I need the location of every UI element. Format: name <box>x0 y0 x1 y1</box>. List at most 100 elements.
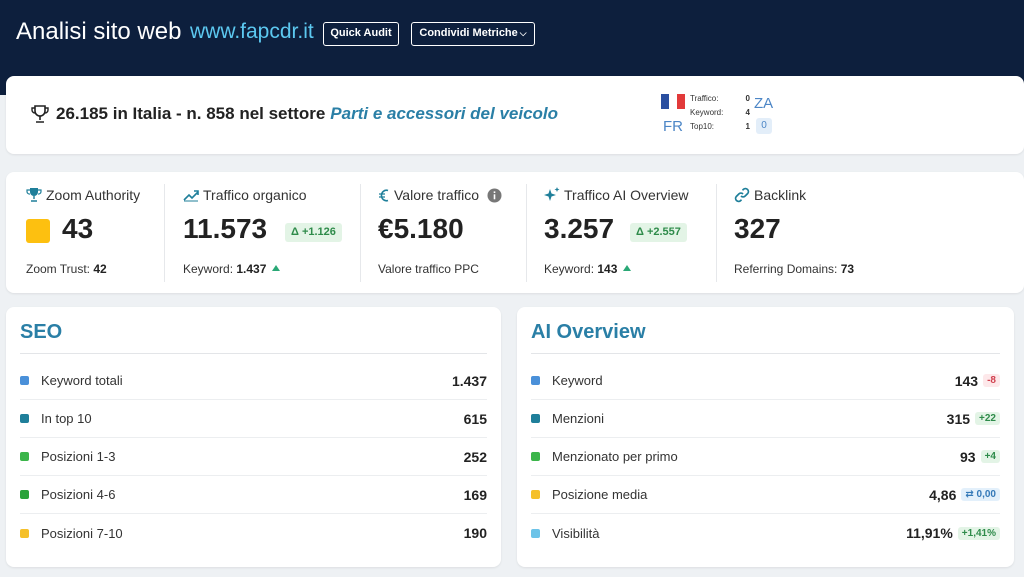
ai-keyword: Keyword: 143 <box>544 262 632 276</box>
zoom-trust-value: 42 <box>93 262 107 276</box>
legend-square-icon <box>20 414 29 423</box>
backlink-title: Backlink <box>734 187 806 203</box>
fr-stats: Traffico: 0 Keyword: 4 Top10: 1 <box>690 92 750 134</box>
metrics-card: Zoom Authority 43 Zoom Trust: 42 Traffic… <box>6 172 1024 293</box>
domain-link[interactable]: www.fapcdr.it <box>190 20 314 44</box>
ai-row-visibilita[interactable]: Visibilità 11,91% +1,41% <box>531 514 1000 552</box>
share-metrics-label: Condividi Metriche <box>419 27 518 39</box>
row-value: 169 <box>463 486 487 503</box>
zoom-authority-metric: Zoom Authority 43 Zoom Trust: 42 <box>6 172 164 293</box>
sector-link[interactable]: Parti e accessori del veicolo <box>330 104 558 124</box>
row-label: Posizioni 4-6 <box>41 487 116 502</box>
row-value: 11,91% <box>906 525 953 541</box>
referring-domains-label: Referring Domains: <box>734 262 838 276</box>
share-metrics-button[interactable]: Condividi Metriche ⌵ <box>411 22 535 46</box>
country-code-za[interactable]: ZA <box>754 95 773 112</box>
legend-square-icon <box>531 528 540 538</box>
referring-domains-value: 73 <box>840 262 855 276</box>
zoom-trust-label: Zoom Trust: <box>26 262 91 276</box>
backlink-metric: Backlink 327 Referring Domains: 73 <box>716 172 1016 293</box>
row-label: Keyword totali <box>41 373 123 388</box>
za-badge: 0 <box>756 118 772 134</box>
organic-traffic-value: 11.573 <box>183 213 268 244</box>
traffic-value-value: €5.180 <box>378 213 464 244</box>
seo-row-keyword-totali[interactable]: Keyword totali 1.437 <box>20 362 487 400</box>
row-value: 4,86 <box>929 486 957 503</box>
row-value: 315 <box>946 410 971 427</box>
ai-traffic-title: Traffico AI Overview <box>544 187 688 203</box>
zoom-trust: Zoom Trust: 42 <box>26 262 107 276</box>
seo-row-posizioni-1-3[interactable]: Posizioni 1-3 252 <box>20 438 487 476</box>
row-label: In top 10 <box>41 411 92 426</box>
ai-row-keyword[interactable]: Keyword 143 -8 <box>531 362 1000 400</box>
seo-row-posizioni-4-6[interactable]: Posizioni 4-6 169 <box>20 476 487 514</box>
ai-row-menzionato-per-primo[interactable]: Menzionato per primo 93 +4 <box>531 438 1000 476</box>
legend-square-icon <box>531 414 540 423</box>
seo-list: Keyword totali 1.437 In top 10 615 Posiz… <box>20 362 487 552</box>
delta-badge: +1,41% <box>957 526 1000 540</box>
legend-square-icon <box>531 490 540 499</box>
trophy-icon <box>26 188 42 202</box>
traffic-value-metric: Valore traffico €5.180 Valore traffico P… <box>360 172 526 293</box>
traffic-value-sub: Valore traffico PPC <box>378 262 479 276</box>
organic-keyword-value: 1.437 <box>236 262 267 276</box>
organic-traffic-title: Traffico organico <box>183 187 307 203</box>
zoom-authority-title: Zoom Authority <box>26 187 140 203</box>
delta-badge: +22 <box>975 412 1000 425</box>
seo-row-posizioni-7-10[interactable]: Posizioni 7-10 190 <box>20 514 487 552</box>
ai-traffic-delta: Δ +2.557 <box>630 223 687 242</box>
row-value: 190 <box>463 525 487 541</box>
row-label: Menzionato per primo <box>552 449 678 464</box>
row-value: 143 <box>954 372 979 389</box>
info-icon[interactable] <box>487 188 502 203</box>
fr-top10-label: Top10: <box>690 122 715 131</box>
france-flag-icon <box>661 94 685 109</box>
traffic-value-label: Valore traffico <box>394 187 480 203</box>
ai-overview-card: AI Overview Keyword 143 -8 Menzioni 315 … <box>517 307 1014 567</box>
legend-square-icon <box>20 376 29 385</box>
arrow-up-icon <box>272 265 281 271</box>
legend-square-icon <box>531 376 540 385</box>
ai-keyword-value: 143 <box>597 262 618 276</box>
organic-keyword: Keyword: 1.437 <box>183 262 281 276</box>
ai-row-posizione-media[interactable]: Posizione media 4,86 ⇄ 0,00 <box>531 476 1000 514</box>
backlink-label: Backlink <box>754 187 807 203</box>
ai-traffic-value: 3.257 <box>544 213 615 244</box>
legend-square-icon <box>20 452 29 461</box>
link-icon <box>734 187 750 203</box>
row-value: 615 <box>463 410 487 427</box>
chevron-down-icon: ⌵ <box>519 28 527 38</box>
legend-square-icon <box>20 490 29 499</box>
ai-keyword-label: Keyword: <box>544 262 595 276</box>
country-code-fr[interactable]: FR <box>663 118 683 135</box>
traffic-value-title: Valore traffico <box>378 187 506 203</box>
row-label: Keyword <box>552 373 603 388</box>
trend-up-icon <box>183 190 199 202</box>
authority-square-icon <box>26 219 50 243</box>
zoom-authority-label: Zoom Authority <box>46 187 141 203</box>
organic-traffic-delta: Δ +1.126 <box>285 223 342 242</box>
row-value: 93 <box>960 448 976 465</box>
row-value: 1.437 <box>451 372 487 389</box>
ai-overview-title: AI Overview <box>531 321 646 343</box>
fr-keyword-label: Keyword: <box>690 108 724 117</box>
row-label: Visibilità <box>552 525 600 541</box>
zoom-authority-value: 43 <box>62 213 94 244</box>
quick-audit-button[interactable]: Quick Audit <box>323 22 399 46</box>
fr-traffic-value: 0 <box>745 94 750 103</box>
seo-row-in-top-10[interactable]: In top 10 615 <box>20 400 487 438</box>
rank-summary: 26.185 in Italia - n. 858 nel settore Pa… <box>30 104 558 124</box>
arrow-up-icon <box>623 265 632 271</box>
page-title: Analisi sito web <box>16 18 182 45</box>
fr-top10-value: 1 <box>745 122 750 131</box>
ai-row-menzioni[interactable]: Menzioni 315 +22 <box>531 400 1000 438</box>
legend-square-icon <box>20 528 29 538</box>
organic-traffic-label: Traffico organico <box>203 187 307 203</box>
rank-card: 26.185 in Italia - n. 858 nel settore Pa… <box>6 76 1024 154</box>
row-label: Posizioni 7-10 <box>41 525 123 541</box>
euro-icon <box>379 188 389 202</box>
organic-traffic-metric: Traffico organico 11.573 Δ +1.126 Keywor… <box>164 172 360 293</box>
ai-traffic-label: Traffico AI Overview <box>564 187 689 203</box>
delta-badge: ⇄ 0,00 <box>961 488 1000 501</box>
referring-domains: Referring Domains: 73 <box>734 262 854 276</box>
